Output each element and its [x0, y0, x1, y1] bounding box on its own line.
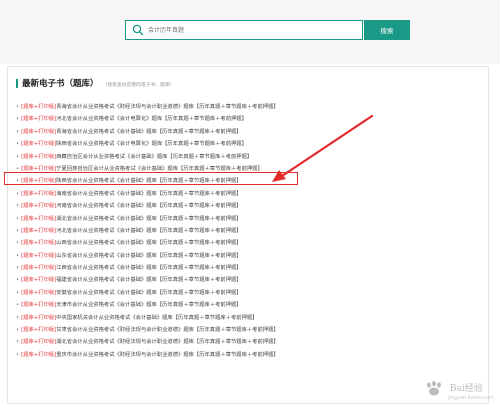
ebook-list-item[interactable]: • [题库+打印版]中央国家机关会计从业资格考试《会计基础》题库【历年真题＋章节题… [12, 312, 279, 324]
list-bullet: • [16, 215, 20, 222]
ebook-list-item[interactable]: • [题库+打印版]宁夏回族自治区会计从业资格考试《会计基础》题库【历年真题＋章节… [12, 163, 279, 175]
watermark-sub: jingyan.baidu.com [447, 395, 494, 401]
ebook-title-link[interactable]: 湖北省会计从业资格考试《会计基础》题库【历年真题＋章节题库＋考前押题】 [56, 216, 241, 222]
ebook-list-item[interactable]: • [题库+打印版]福建省会计从业资格考试《会计基础》题库【历年真题＋章节题库＋考… [12, 274, 279, 286]
ebook-title-link[interactable]: 安徽省会计从业资格考试《会计基础》题库【历年真题＋章节题库＋考前押题】 [56, 290, 241, 296]
section-hint: （搜索查找您要的电子书、题库） [102, 83, 175, 88]
list-bullet: • [16, 289, 20, 296]
ebook-list-item[interactable]: • [题库+打印版]安徽省会计从业资格考试《会计基础》题库【历年真题＋章节题库＋考… [12, 287, 279, 299]
ebook-title-link[interactable]: 青海省会计从业资格考试《会计基础》题库【历年真题＋章节题库＋考前押题】 [56, 129, 241, 135]
ebook-title-link[interactable]: 河南省会计从业资格考试《会计基础》题库【历年真题＋章节题库＋考前押题】 [56, 203, 241, 209]
ebook-tag[interactable]: [题库+打印版] [21, 104, 56, 110]
ebook-title-link[interactable]: 河北省会计从业资格考试《会计电算化》题库【历年真题＋章节题库＋考前押题】 [56, 116, 247, 122]
search-button[interactable]: 搜索 [364, 20, 410, 40]
list-bullet: • [16, 116, 20, 123]
search-icon [132, 24, 144, 36]
ebook-tag[interactable]: [题库+打印版] [21, 216, 56, 222]
ebook-list-item[interactable]: • [题库+打印版]海南省会计从业资格考试《会计基础》题库【历年真题＋章节题库＋考… [12, 188, 279, 200]
ebook-tag[interactable]: [题库+打印版] [21, 178, 56, 184]
ebook-title-link[interactable]: 西藏自治区会计从业资格考试《会计基础》题库【历年真题＋章节题库＋考前押题】 [56, 154, 252, 160]
list-bullet: • [16, 240, 20, 247]
title-accent-bar [16, 78, 18, 88]
list-bullet: • [16, 252, 20, 259]
ebook-panel: 最新电子书（题库） （搜索查找您要的电子书、题库） • [题库+打印版]青海省会计… [7, 66, 489, 404]
ebook-list-item[interactable]: • [题库+打印版]甘肃省会计从业资格考试《财经法规与会计职业道德》题库【历年真题… [12, 324, 279, 336]
ebook-tag[interactable]: [题库+打印版] [21, 327, 56, 333]
list-bullet: • [16, 302, 20, 309]
ebook-list-item[interactable]: • [题库+打印版]陕西省会计从业资格考试《会计电算化》题库【历年真题＋章节题库＋… [12, 138, 279, 150]
section-title: 最新电子书（题库） [22, 79, 99, 89]
ebook-title-link[interactable]: 青海省会计从业资格考试《财经法规与会计职业道德》题库【历年真题＋章节题库＋考前押… [56, 104, 278, 110]
search-box [125, 20, 363, 40]
ebook-list-item[interactable]: • [题库+打印版]西藏自治区会计从业资格考试《会计基础》题库【历年真题＋章节题库… [12, 151, 279, 163]
ebook-tag[interactable]: [题库+打印版] [21, 166, 56, 172]
list-bullet: • [16, 277, 20, 284]
ebook-tag[interactable]: [题库+打印版] [21, 290, 56, 296]
ebook-list: • [题库+打印版]青海省会计从业资格考试《财经法规与会计职业道德》题库【历年真题… [12, 101, 279, 361]
ebook-tag[interactable]: [题库+打印版] [21, 191, 56, 197]
ebook-tag[interactable]: [题库+打印版] [21, 265, 56, 271]
list-bullet: • [16, 141, 20, 148]
ebook-list-item[interactable]: • [题库+打印版]河北省会计从业资格考试《会计基础》题库【历年真题＋章节题库＋考… [12, 225, 279, 237]
ebook-title-link[interactable]: 山东省会计从业资格考试《会计基础》题库【历年真题＋章节题库＋考前押题】 [56, 253, 241, 259]
paw-logo-icon [426, 380, 441, 395]
ebook-title-link[interactable]: 重庆市会计从业资格考试《财经法规与会计职业道德》题库【历年真题＋章节题库＋考前押… [56, 352, 278, 358]
list-bullet: • [16, 314, 20, 321]
ebook-title-link[interactable]: 河北省会计从业资格考试《会计基础》题库【历年真题＋章节题库＋考前押题】 [56, 228, 241, 234]
list-bullet: • [16, 265, 20, 272]
ebook-tag[interactable]: [题库+打印版] [21, 154, 56, 160]
ebook-list-item[interactable]: • [题库+打印版]河南省会计从业资格考试《会计基础》题库【历年真题＋章节题库＋考… [12, 200, 279, 212]
ebook-title-link[interactable]: 湖北省会计从业资格考试《财经法规与会计职业道德》题库【历年真题＋章节题库＋考前押… [56, 339, 278, 345]
ebook-title-link[interactable]: 宁夏回族自治区会计从业资格考试《会计基础》题库【历年真题＋章节题库＋考前押题】 [56, 166, 263, 172]
ebook-title-link[interactable]: 江西省会计从业资格考试《会计基础》题库【历年真题＋章节题库＋考前押题】 [56, 265, 241, 271]
ebook-tag[interactable]: [题库+打印版] [21, 129, 56, 135]
ebook-list-item[interactable]: • [题库+打印版]湖北省会计从业资格考试《财经法规与会计职业道德》题库【历年真题… [12, 336, 279, 348]
ebook-list-item[interactable]: • [题库+打印版]山东省会计从业资格考试《会计基础》题库【历年真题＋章节题库＋考… [12, 250, 279, 262]
ebook-title-link[interactable]: 中央国家机关会计从业资格考试《会计基础》题库【历年真题＋章节题库＋考前押题】 [56, 315, 257, 321]
ebook-title-link[interactable]: 甘肃省会计从业资格考试《财经法规与会计职业道德》题库【历年真题＋章节题库＋考前押… [56, 327, 278, 333]
ebook-tag[interactable]: [题库+打印版] [21, 302, 56, 308]
ebook-tag[interactable]: [题库+打印版] [21, 339, 56, 345]
ebook-list-item[interactable]: • [题库+打印版]天津市会计从业资格考试《会计基础》题库【历年真题＋章节题库＋考… [12, 299, 279, 311]
list-bullet: • [16, 178, 20, 185]
ebook-tag[interactable]: [题库+打印版] [21, 315, 56, 321]
ebook-list-item[interactable]: • [题库+打印版]河北省会计从业资格考试《会计电算化》题库【历年真题＋章节题库＋… [12, 113, 279, 125]
ebook-title-link[interactable]: 山西省会计从业资格考试《会计基础》题库【历年真题＋章节题库＋考前押题】 [56, 240, 241, 246]
ebook-list-item[interactable]: • [题库+打印版]重庆市会计从业资格考试《财经法规与会计职业道德》题库【历年真题… [12, 349, 279, 361]
ebook-list-item[interactable]: • [题库+打印版]山西省会计从业资格考试《会计基础》题库【历年真题＋章节题库＋考… [12, 237, 279, 249]
watermark-text: Bai经验 [449, 384, 483, 394]
ebook-tag[interactable]: [题库+打印版] [21, 240, 56, 246]
list-bullet: • [16, 165, 20, 172]
ebook-title-link[interactable]: 天津市会计从业资格考试《会计基础》题库【历年真题＋章节题库＋考前押题】 [56, 302, 241, 308]
ebook-list-item[interactable]: • [题库+打印版]青海省会计从业资格考试《会计基础》题库【历年真题＋章节题库＋考… [12, 126, 279, 138]
ebook-title-link[interactable]: 海南省会计从业资格考试《会计基础》题库【历年真题＋章节题库＋考前押题】 [56, 191, 241, 197]
ebook-tag[interactable]: [题库+打印版] [21, 277, 56, 283]
ebook-tag[interactable]: [题库+打印版] [21, 141, 56, 147]
watermark: Bai经验 jingyan.baidu.com [422, 376, 494, 401]
ebook-list-item[interactable]: • [题库+打印版]湖北省会计从业资格考试《会计基础》题库【历年真题＋章节题库＋考… [12, 213, 279, 225]
ebook-tag[interactable]: [题库+打印版] [21, 228, 56, 234]
ebook-list-item[interactable]: • [题库+打印版]陕西省会计从业资格考试《会计基础》题库【历年真题＋章节题库＋考… [12, 175, 279, 187]
ebook-list-item[interactable]: • [题库+打印版]青海省会计从业资格考试《财经法规与会计职业道德》题库【历年真题… [12, 101, 279, 113]
list-bullet: • [16, 190, 20, 197]
list-bullet: • [16, 339, 20, 346]
ebook-list-item[interactable]: • [题库+打印版]江西省会计从业资格考试《会计基础》题库【历年真题＋章节题库＋考… [12, 262, 279, 274]
ebook-title-link[interactable]: 陕西省会计从业资格考试《会计电算化》题库【历年真题＋章节题库＋考前押题】 [56, 141, 247, 147]
list-bullet: • [16, 227, 20, 234]
list-bullet: • [16, 351, 20, 358]
ebook-tag[interactable]: [题库+打印版] [21, 352, 56, 358]
ebook-title-link[interactable]: 福建省会计从业资格考试《会计基础》题库【历年真题＋章节题库＋考前押题】 [56, 277, 241, 283]
list-bullet: • [16, 203, 20, 210]
ebook-tag[interactable]: [题库+打印版] [21, 253, 56, 259]
search-input[interactable] [145, 22, 348, 38]
ebook-tag[interactable]: [题库+打印版] [21, 116, 56, 122]
list-bullet: • [16, 153, 20, 160]
top-search-bar: 搜索 [0, 0, 500, 64]
section-header: 最新电子书（题库） （搜索查找您要的电子书、题库） [16, 77, 174, 89]
ebook-tag[interactable]: [题库+打印版] [21, 203, 56, 209]
ebook-title-link[interactable]: 陕西省会计从业资格考试《会计基础》题库【历年真题＋章节题库＋考前押题】 [56, 178, 241, 184]
list-bullet: • [16, 104, 20, 110]
list-bullet: • [16, 327, 20, 334]
list-bullet: • [16, 128, 20, 135]
